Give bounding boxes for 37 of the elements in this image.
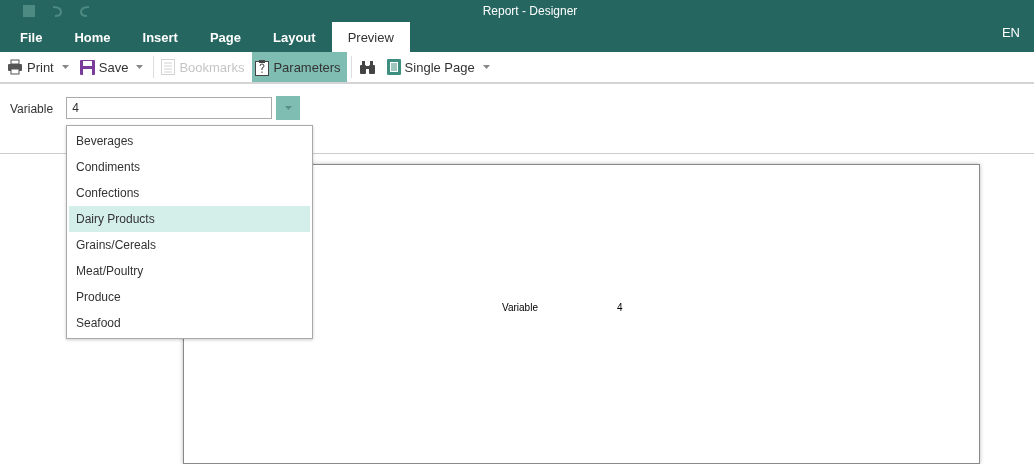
- save-icon[interactable]: [22, 4, 36, 18]
- undo-icon[interactable]: [50, 4, 64, 18]
- dropdown-option[interactable]: Condiments: [69, 154, 310, 180]
- caret-icon: [136, 65, 144, 69]
- report-label: Variable: [502, 302, 539, 315]
- dropdown-option[interactable]: Grains/Cereals: [69, 232, 310, 258]
- ribbon-tab[interactable]: Layout: [257, 22, 332, 52]
- dropdown-option[interactable]: Produce: [69, 284, 310, 310]
- caret-icon: [61, 65, 69, 69]
- report-value: 4: [617, 302, 624, 315]
- document-list-icon: [161, 59, 176, 75]
- caret-icon: [482, 65, 490, 69]
- page-icon: [386, 59, 401, 75]
- ribbon-tab[interactable]: Insert: [126, 22, 194, 52]
- ribbon-tab[interactable]: Preview: [331, 22, 410, 52]
- parameters-button[interactable]: Parameters: [252, 52, 347, 82]
- dropdown-option[interactable]: Confections: [69, 180, 310, 206]
- dropdown-option[interactable]: Seafood: [69, 310, 310, 336]
- dropdown-option[interactable]: Dairy Products: [69, 206, 310, 232]
- ribbon-tab[interactable]: Home: [58, 22, 127, 52]
- redo-icon[interactable]: [78, 4, 92, 18]
- ribbon-tab[interactable]: File: [4, 22, 59, 52]
- printer-icon: [7, 59, 23, 75]
- caret-icon: [284, 106, 292, 110]
- dropdown-option[interactable]: Meat/Poultry: [69, 258, 310, 284]
- window-title: Report - Designer: [481, 4, 579, 18]
- clipboard-question-icon: [255, 58, 270, 76]
- save-button[interactable]: Save: [76, 52, 150, 82]
- dropdown-button[interactable]: [276, 96, 301, 120]
- binoculars-icon: [358, 60, 376, 74]
- print-button[interactable]: Print: [4, 52, 75, 82]
- dropdown-option[interactable]: Beverages: [69, 128, 310, 154]
- language-label[interactable]: EN: [1001, 24, 1020, 40]
- page-button[interactable]: Single Page: [383, 52, 496, 82]
- parameter-label: Variable: [10, 102, 54, 116]
- ribbon-tab[interactable]: Page: [193, 22, 257, 52]
- parameter-input[interactable]: 4: [66, 97, 273, 119]
